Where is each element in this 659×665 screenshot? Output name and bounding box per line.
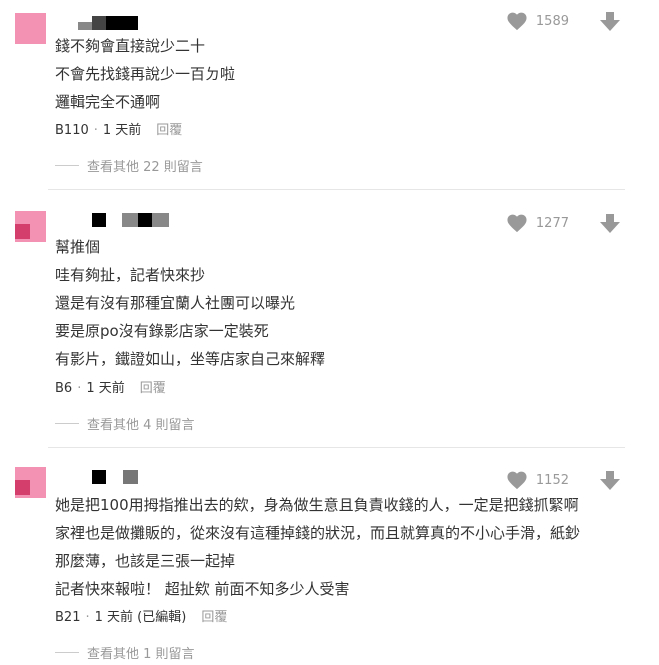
comment-meta: B6 · 1 天前 回覆 [55, 379, 166, 399]
reply-button[interactable]: 回覆 [201, 610, 227, 625]
comment-meta: B110 · 1 天前 回覆 [55, 121, 182, 141]
comment-line: 哇有夠扯，記者快來抄 [55, 266, 206, 284]
comment-line: 幫推個 [55, 238, 101, 256]
timestamp: 1 天前 [94, 610, 134, 625]
heart-icon[interactable] [506, 213, 528, 233]
avatar[interactable] [15, 467, 46, 498]
heart-icon[interactable] [506, 470, 528, 490]
edited-label: (已編輯) [137, 610, 187, 625]
dash-line [55, 651, 79, 653]
meta-separator: · [77, 381, 82, 396]
like-area: 1589 [506, 10, 569, 32]
floor-number[interactable]: B110 [55, 123, 89, 138]
view-more-replies[interactable]: 查看其他 1 則留言 [55, 642, 195, 662]
redacted-author-name [78, 15, 138, 30]
divider [48, 189, 625, 190]
comment-line: 不會先找錢再說少一百ㄉ啦 [55, 65, 236, 83]
avatar-image [15, 13, 46, 44]
comment-text: 她是把100用拇指推出去的欸，身為做生意且負責收錢的人，一定是把錢抓緊啊 家裡也… [55, 491, 635, 603]
down-arrow-icon[interactable] [599, 469, 621, 491]
timestamp: 1 天前 [86, 381, 125, 396]
view-more-label: 查看其他 1 則留言 [87, 646, 195, 662]
meta-separator: · [85, 610, 90, 625]
down-arrow-icon[interactable] [599, 10, 621, 32]
avatar[interactable] [15, 13, 46, 44]
comment-text: 幫推個 哇有夠扯，記者快來抄 還是有沒有那種宜蘭人社團可以曝光 要是原po沒有錄… [55, 233, 635, 373]
reply-button[interactable]: 回覆 [156, 123, 182, 138]
comment-meta: B21 · 1 天前 (已編輯) 回覆 [55, 608, 227, 628]
comment-line: 邏輯完全不通啊 [55, 93, 161, 111]
avatar[interactable] [15, 211, 46, 242]
comment-line: 家裡也是做攤販的，從來沒有這種掉錢的狀況，而且就算真的不小心手滑，紙鈔 [55, 524, 581, 542]
comment-line: 記者快來報啦！ 超扯欸 前面不知多少人受害 [55, 580, 350, 598]
divider [48, 447, 625, 448]
floor-number[interactable]: B21 [55, 610, 80, 625]
like-count: 1589 [535, 13, 569, 29]
down-arrow-icon[interactable] [599, 212, 621, 234]
comment-line: 還是有沒有那種宜蘭人社團可以曝光 [55, 294, 296, 312]
meta-separator: · [93, 123, 98, 138]
comment-line: 有影片，鐵證如山，坐等店家自己來解釋 [55, 350, 326, 368]
avatar-badge [15, 224, 30, 239]
reply-button[interactable]: 回覆 [140, 381, 166, 396]
view-more-replies[interactable]: 查看其他 22 則留言 [55, 155, 203, 175]
redacted-author-name [92, 469, 142, 484]
dash-line [55, 164, 79, 166]
floor-number[interactable]: B6 [55, 381, 72, 396]
comment-line: 那麼薄，也該是三張一起掉 [55, 552, 236, 570]
avatar-badge [15, 480, 30, 495]
like-count: 1277 [535, 215, 569, 231]
redaction-blocks [92, 213, 169, 227]
comment-text: 錢不夠會直接說少二十 不會先找錢再說少一百ㄉ啦 邏輯完全不通啊 [55, 32, 635, 116]
dash-line [55, 422, 79, 424]
like-area: 1277 [506, 212, 569, 234]
like-area: 1152 [506, 469, 569, 491]
view-more-replies[interactable]: 查看其他 4 則留言 [55, 413, 195, 433]
redacted-author-name [92, 212, 172, 227]
redaction-blocks [92, 470, 138, 484]
heart-icon[interactable] [506, 11, 528, 31]
view-more-label: 查看其他 22 則留言 [87, 159, 203, 175]
comment-line: 錢不夠會直接說少二十 [55, 37, 206, 55]
redaction-blocks [78, 16, 138, 30]
comment-line: 她是把100用拇指推出去的欸，身為做生意且負責收錢的人，一定是把錢抓緊啊 [55, 496, 579, 514]
comment-line: 要是原po沒有錄影店家一定裝死 [55, 322, 269, 340]
like-count: 1152 [535, 472, 569, 488]
view-more-label: 查看其他 4 則留言 [87, 417, 195, 433]
timestamp: 1 天前 [102, 123, 142, 138]
